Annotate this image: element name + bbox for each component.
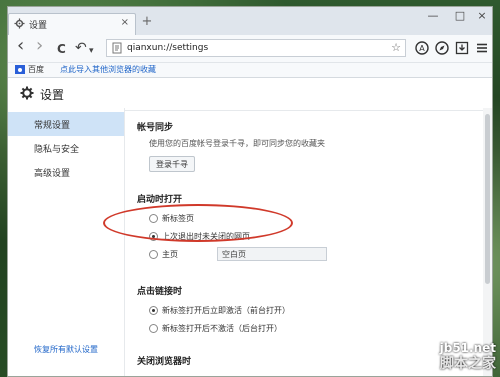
watermark-brand: 脚本之家 — [440, 356, 496, 372]
radio-label: 新标签打开后立即激活（前台打开） — [162, 306, 290, 315]
sidebar-item-advanced[interactable]: 高级设置 — [8, 160, 124, 184]
login-button[interactable]: 登录千寻 — [149, 156, 195, 172]
settings-sidebar: 常规设置 隐私与安全 高级设置 恢复所有默认设置 — [8, 108, 125, 376]
tab-settings[interactable]: 设置 × — [8, 13, 136, 35]
gear-icon — [14, 18, 25, 29]
tab-close-icon[interactable]: × — [121, 17, 129, 28]
url-text[interactable]: qianxun://settings — [127, 43, 208, 53]
undo-dropdown-icon[interactable]: ▾ — [89, 43, 94, 59]
account-icon[interactable]: A — [415, 41, 429, 55]
annotation-ellipse — [103, 204, 293, 242]
close-browser-title: 关闭浏览器时 — [137, 357, 192, 367]
page-title: 设置 — [40, 88, 65, 102]
title-bar: 设置 × + — □ × — [8, 7, 492, 35]
account-sync-title: 帐号同步 — [137, 123, 174, 133]
sidebar-item-general[interactable]: 常规设置 — [8, 112, 124, 136]
bookmarks-bar: 百度 点此导入其他浏览器的收藏 — [8, 63, 492, 78]
tab-title: 设置 — [29, 21, 48, 31]
radio-label: 主页 — [162, 250, 178, 259]
radio-label: 新标签打开后不激活（后台打开） — [162, 324, 282, 333]
account-sync-desc: 使用您的百度帐号登录千寻，即可同步您的收藏夹 — [149, 139, 325, 148]
baidu-icon — [15, 65, 25, 74]
address-bar[interactable]: qianxun://settings ☆ — [106, 39, 406, 57]
menu-icon[interactable] — [475, 41, 489, 55]
reload-button[interactable]: C — [57, 41, 66, 57]
new-tab-button[interactable]: + — [140, 15, 154, 29]
undo-button[interactable]: ↶ — [75, 40, 87, 56]
forward-button[interactable]: › — [36, 37, 43, 55]
gear-icon — [20, 86, 34, 100]
sidebar-item-privacy[interactable]: 隐私与安全 — [8, 136, 124, 160]
download-icon[interactable] — [455, 41, 469, 55]
settings-header: 设置 — [8, 78, 492, 111]
browser-window: 设置 × + — □ × ‹ › C ↶ ▾ qianxun://setting… — [7, 6, 493, 377]
radio-button[interactable] — [149, 250, 158, 259]
compass-icon[interactable] — [435, 41, 449, 55]
startup-title: 启动时打开 — [137, 195, 183, 205]
close-window-button[interactable]: × — [473, 9, 491, 22]
reset-defaults-link[interactable]: 恢复所有默认设置 — [34, 344, 98, 355]
scrollbar[interactable] — [483, 108, 492, 376]
sidebar-item-label: 常规设置 — [34, 121, 71, 131]
radio-button[interactable] — [149, 306, 158, 315]
link-click-title: 点击链接时 — [137, 287, 183, 297]
toolbar: ‹ › C ↶ ▾ qianxun://settings ☆ A — [8, 35, 492, 63]
sidebar-item-label: 高级设置 — [34, 169, 71, 179]
page-icon — [112, 42, 122, 54]
homepage-input[interactable]: 空白页 — [217, 247, 327, 261]
radio-button[interactable] — [149, 324, 158, 333]
minimize-button[interactable]: — — [424, 9, 442, 22]
bookmark-baidu[interactable]: 百度 — [28, 64, 44, 75]
settings-content: 帐号同步 使用您的百度帐号登录千寻，即可同步您的收藏夹 登录千寻 启动时打开 新… — [125, 108, 485, 376]
back-button[interactable]: ‹ — [17, 37, 24, 55]
import-bookmarks-link[interactable]: 点此导入其他浏览器的收藏 — [60, 64, 156, 75]
bookmark-star-icon[interactable]: ☆ — [391, 41, 401, 54]
svg-text:A: A — [419, 44, 425, 53]
scrollbar-thumb[interactable] — [485, 114, 490, 284]
sidebar-item-label: 隐私与安全 — [34, 145, 80, 155]
maximize-button[interactable]: □ — [451, 9, 469, 22]
